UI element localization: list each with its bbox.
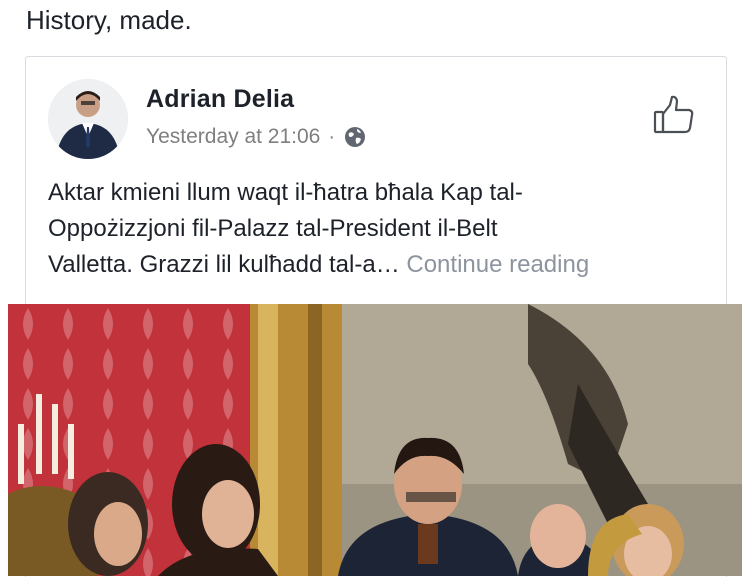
post-text: Aktar kmieni llum waqt il-ħatra bħala Ka… (48, 175, 708, 283)
continue-reading-link[interactable]: Continue reading (406, 251, 589, 278)
post-text-line: Oppożizzjoni fil-Palazz tal-President il… (48, 215, 498, 242)
globe-icon[interactable] (343, 125, 367, 149)
post-text-line: Valletta. Grazzi lil kulħadd tal-a… Cont… (48, 247, 708, 283)
profile-photo (48, 79, 128, 159)
post-caption: History, made. (26, 5, 192, 35)
post-timestamp[interactable]: Yesterday at 21:06 (146, 125, 320, 149)
post-photo[interactable] (8, 304, 742, 576)
avatar[interactable] (48, 79, 128, 159)
post-meta: Yesterday at 21:06 · (146, 125, 367, 149)
post-author[interactable]: Adrian Delia (146, 85, 294, 114)
post-text-fragment: Valletta. Grazzi lil kulħadd tal-a… (48, 251, 400, 278)
post-text-line: Aktar kmieni llum waqt il-ħatra bħala Ka… (48, 179, 523, 206)
meta-separator: · (328, 126, 336, 148)
thumbs-up-icon[interactable] (652, 93, 696, 137)
